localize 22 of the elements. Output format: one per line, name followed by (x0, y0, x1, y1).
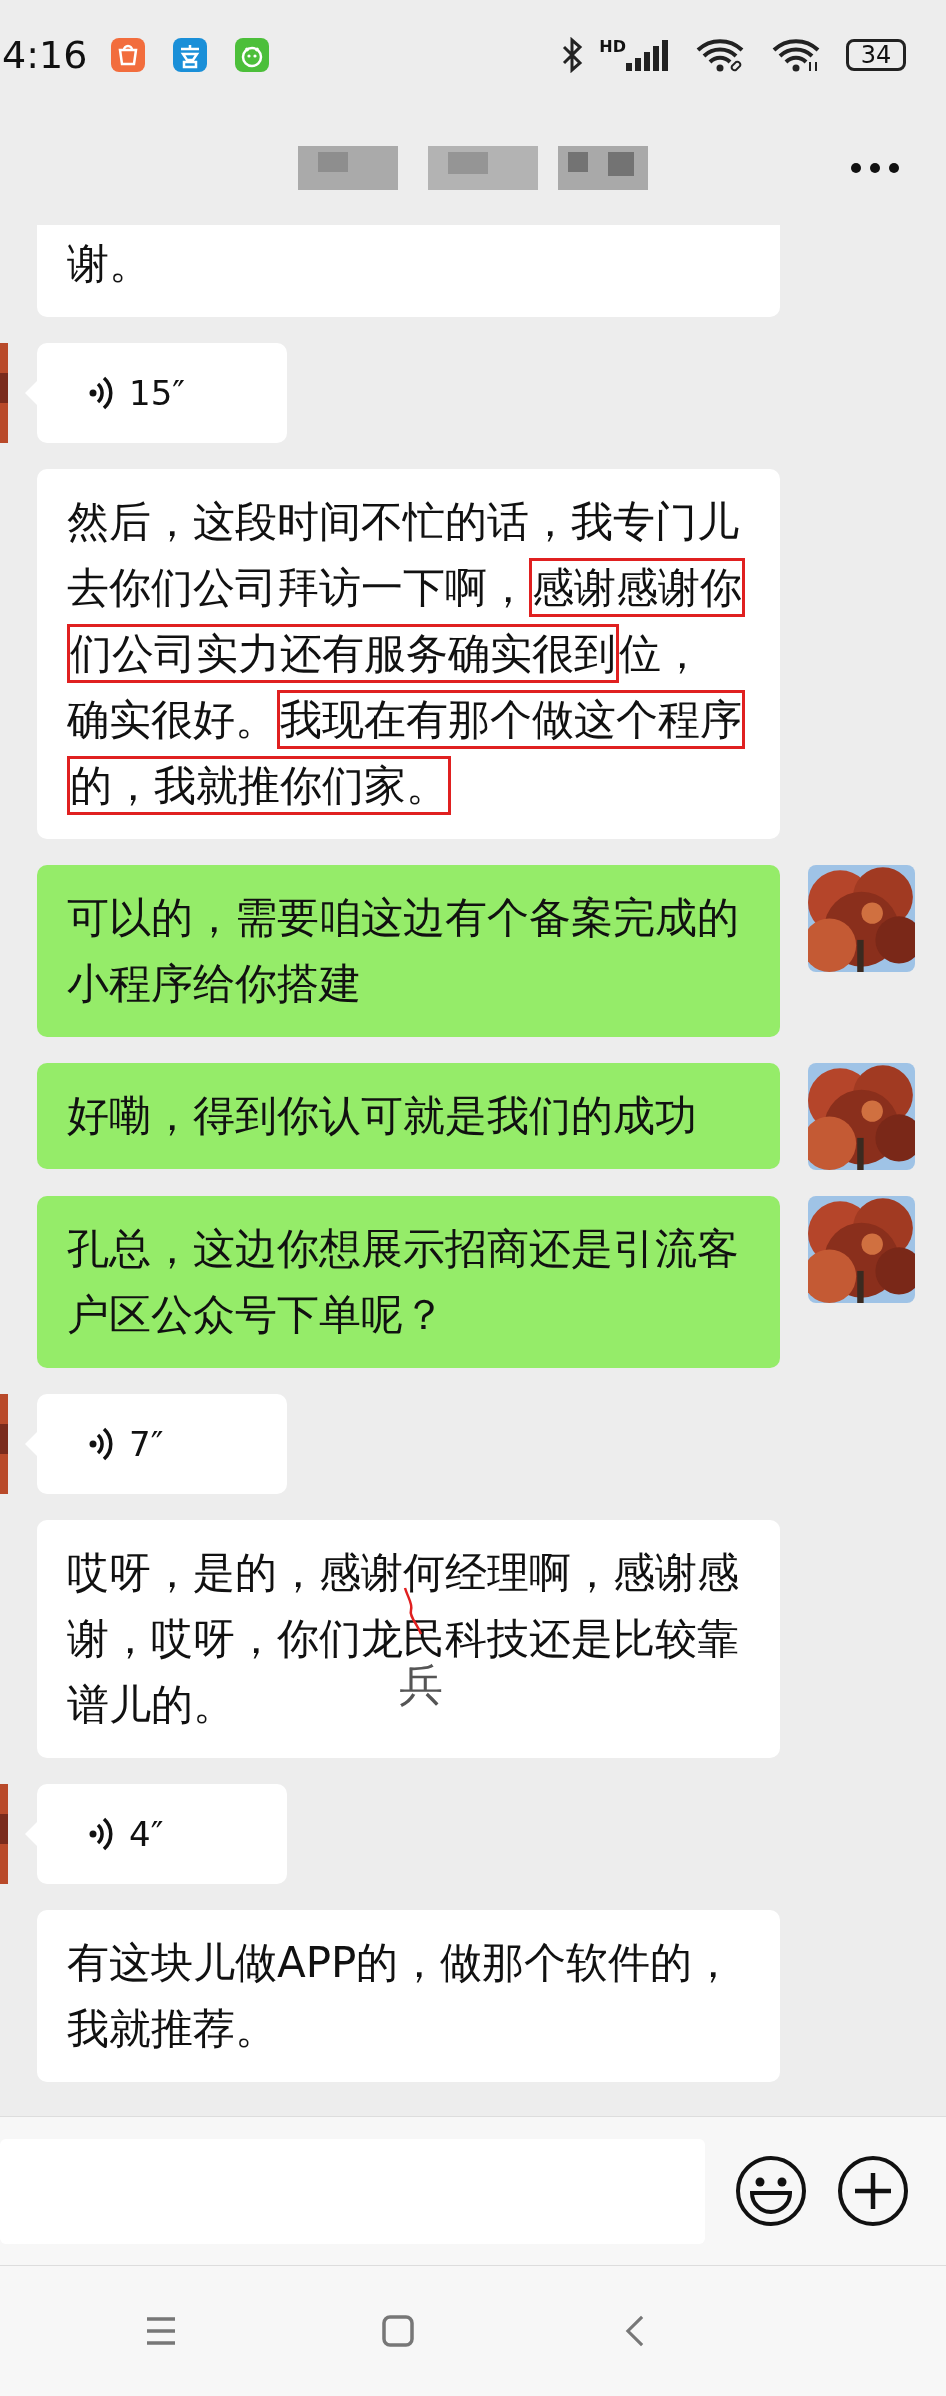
network-label: HD (599, 36, 626, 56)
message-text: 哎呀，是的，感谢何经理啊，感谢感谢，哎呀，你们龙民 兵 科技还是比较靠谱儿的。 (67, 1547, 740, 1731)
handwritten-correction: 兵 (399, 1660, 443, 1710)
emoji-icon[interactable] (735, 2155, 807, 2227)
robot-icon (235, 38, 270, 72)
plus-icon[interactable] (837, 2155, 909, 2227)
message-text: 好嘞，得到你认可就是我们的成功 (67, 1090, 698, 1142)
message-text: 孔总，这边你想展示招商还是引流客户区公众号下单呢？ (67, 1223, 740, 1341)
wifi-icon (772, 38, 822, 72)
signal-icon (626, 39, 670, 71)
wifi-icon (696, 38, 746, 72)
message-text: 然后，这段时间不忙的话，我专门儿去你们公司拜访一下啊，感谢感谢你们公司实力还有服务确实很到位，确实很好。我现在有那个做这个程序的，我就推你们家。 (67, 489, 742, 819)
home-icon[interactable] (382, 2315, 414, 2347)
message-text: 谢。 (67, 238, 152, 290)
message-text: 有这块儿做APP的，做那个软件的，我就推荐。 (67, 1937, 736, 2055)
app-icon (173, 38, 208, 72)
menu-icon[interactable] (145, 2315, 177, 2347)
shopping-bag-icon (111, 38, 146, 72)
status-time: 4:16 (2, 33, 88, 77)
more-icon[interactable] (850, 161, 900, 174)
battery-indicator: 34 (846, 39, 906, 71)
message-text: 可以的，需要咱这边有个备案完成的小程序给你搭建 (67, 892, 740, 1010)
